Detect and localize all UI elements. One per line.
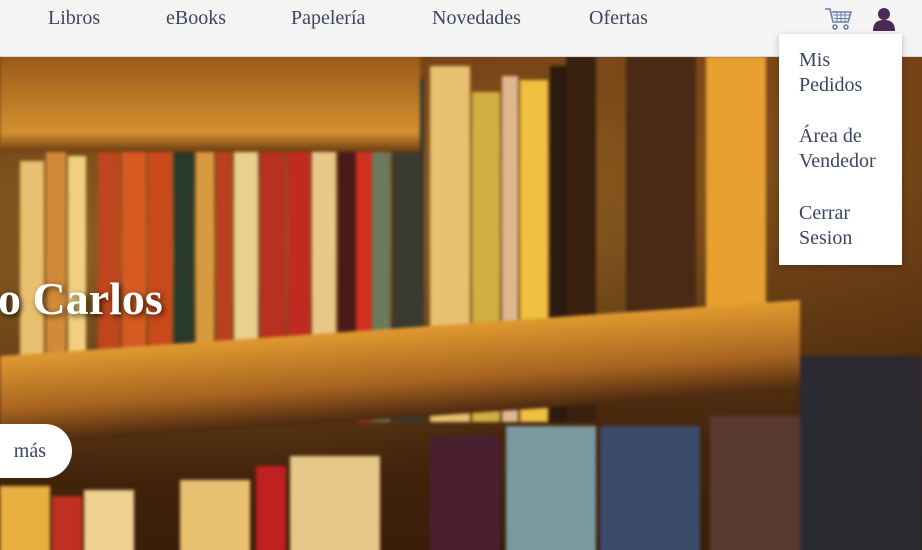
menu-item-cerrar-sesion[interactable]: Cerrar Sesion: [799, 201, 852, 251]
hero-more-button[interactable]: más: [0, 424, 72, 478]
hero-title: o Carlos: [0, 273, 163, 324]
menu-item-label-line1: Cerrar: [799, 202, 851, 224]
nav-item-ebooks[interactable]: eBooks: [166, 0, 226, 36]
user-dropdown-menu: Mis Pedidos Área de Vendedor Cerrar Sesi…: [779, 34, 902, 265]
menu-item-label-line1: Mis: [799, 49, 831, 71]
shopping-cart-icon[interactable]: [824, 6, 853, 32]
nav-item-novedades[interactable]: Novedades: [432, 0, 521, 36]
menu-item-label-line2: Sesion: [799, 227, 853, 249]
nav-item-libros[interactable]: Libros: [48, 0, 100, 36]
menu-item-label-line2: Pedidos: [799, 74, 863, 96]
user-icon[interactable]: [873, 6, 895, 32]
menu-item-label-line1: Área de: [799, 125, 862, 147]
nav-item-papeleria[interactable]: Papelería: [291, 0, 365, 36]
menu-item-area-de-vendedor[interactable]: Área de Vendedor: [799, 124, 876, 174]
menu-item-label-line2: Vendedor: [799, 150, 876, 172]
nav-item-ofertas[interactable]: Ofertas: [589, 0, 648, 36]
menu-item-mis-pedidos[interactable]: Mis Pedidos: [799, 48, 862, 98]
